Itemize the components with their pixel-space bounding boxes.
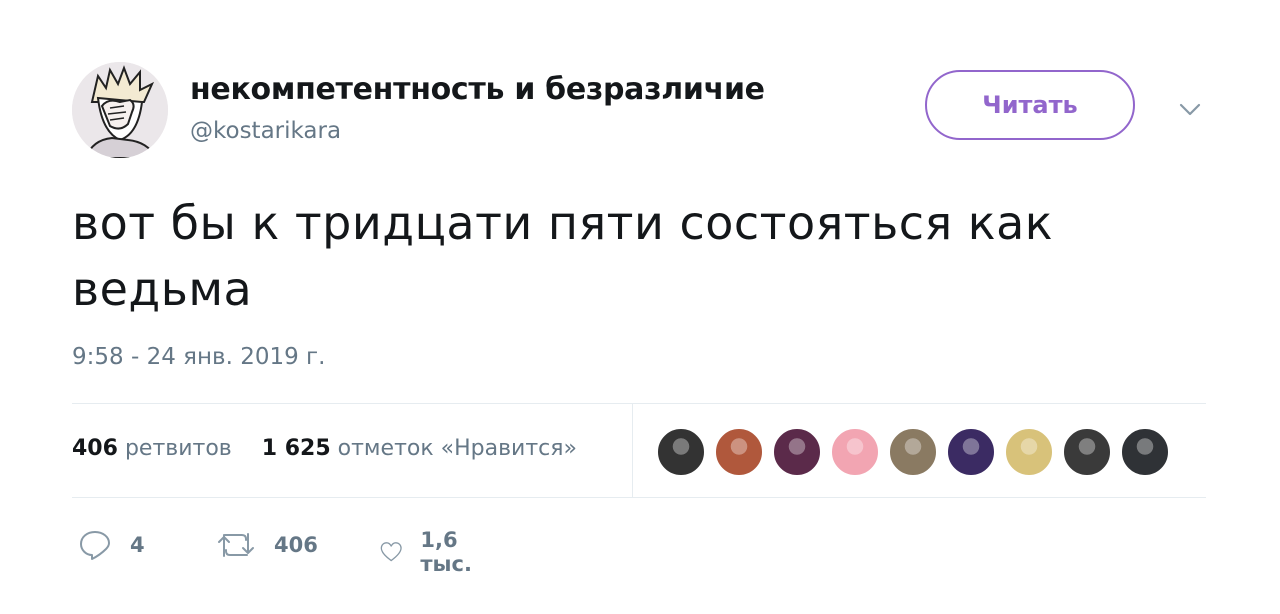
liker-avatar-6[interactable] [946,427,996,477]
retweet-count: 406 [274,533,318,557]
reply-button[interactable]: 4 [78,528,145,562]
stats-vertical-divider [632,404,633,497]
tweet-text: вот бы к тридцати пяти состояться как ве… [72,196,1054,316]
tweet-stats: 406 ретвитов 1 625 отметок «Нравится» [72,436,577,461]
liker-avatar-8[interactable] [1062,427,1112,477]
stats-bottom-divider [72,497,1206,498]
author-handle[interactable]: @kostarikara [190,118,341,144]
chevron-down-icon[interactable] [1176,96,1204,124]
follow-button[interactable]: Читать [925,70,1135,140]
retweet-icon [218,533,254,557]
likes-label: отметок «Нравится» [337,436,577,461]
facepalm-avatar-icon [72,62,168,158]
liker-avatar-1[interactable] [656,427,706,477]
liker-avatar-9[interactable] [1120,427,1170,477]
retweets-count: 406 [72,436,118,461]
likes-count: 1 625 [261,436,331,461]
liker-avatar-3[interactable] [772,427,822,477]
reply-icon [80,531,110,560]
liker-avatar-7[interactable] [1004,427,1054,477]
like-button[interactable]: 1,6 тыс. [380,528,484,576]
liker-avatar-5[interactable] [888,427,938,477]
likes-stat[interactable]: 1 625 отметок «Нравится» [262,436,577,461]
author-display-name[interactable]: некомпетентность и безразличие [190,72,765,107]
heart-icon [380,542,402,562]
tweet-timestamp[interactable]: 9:58 - 24 янв. 2019 г. [72,344,325,370]
retweets-label: ретвитов [124,436,232,461]
liker-avatar-4[interactable] [830,427,880,477]
retweet-button[interactable]: 406 [216,528,318,562]
liker-avatar-2[interactable] [714,427,764,477]
author-avatar[interactable] [72,62,168,158]
like-count: 1,6 тыс. [420,528,472,576]
stats-top-divider [72,403,1206,404]
retweets-stat[interactable]: 406 ретвитов [72,436,239,461]
reply-count: 4 [130,533,145,557]
